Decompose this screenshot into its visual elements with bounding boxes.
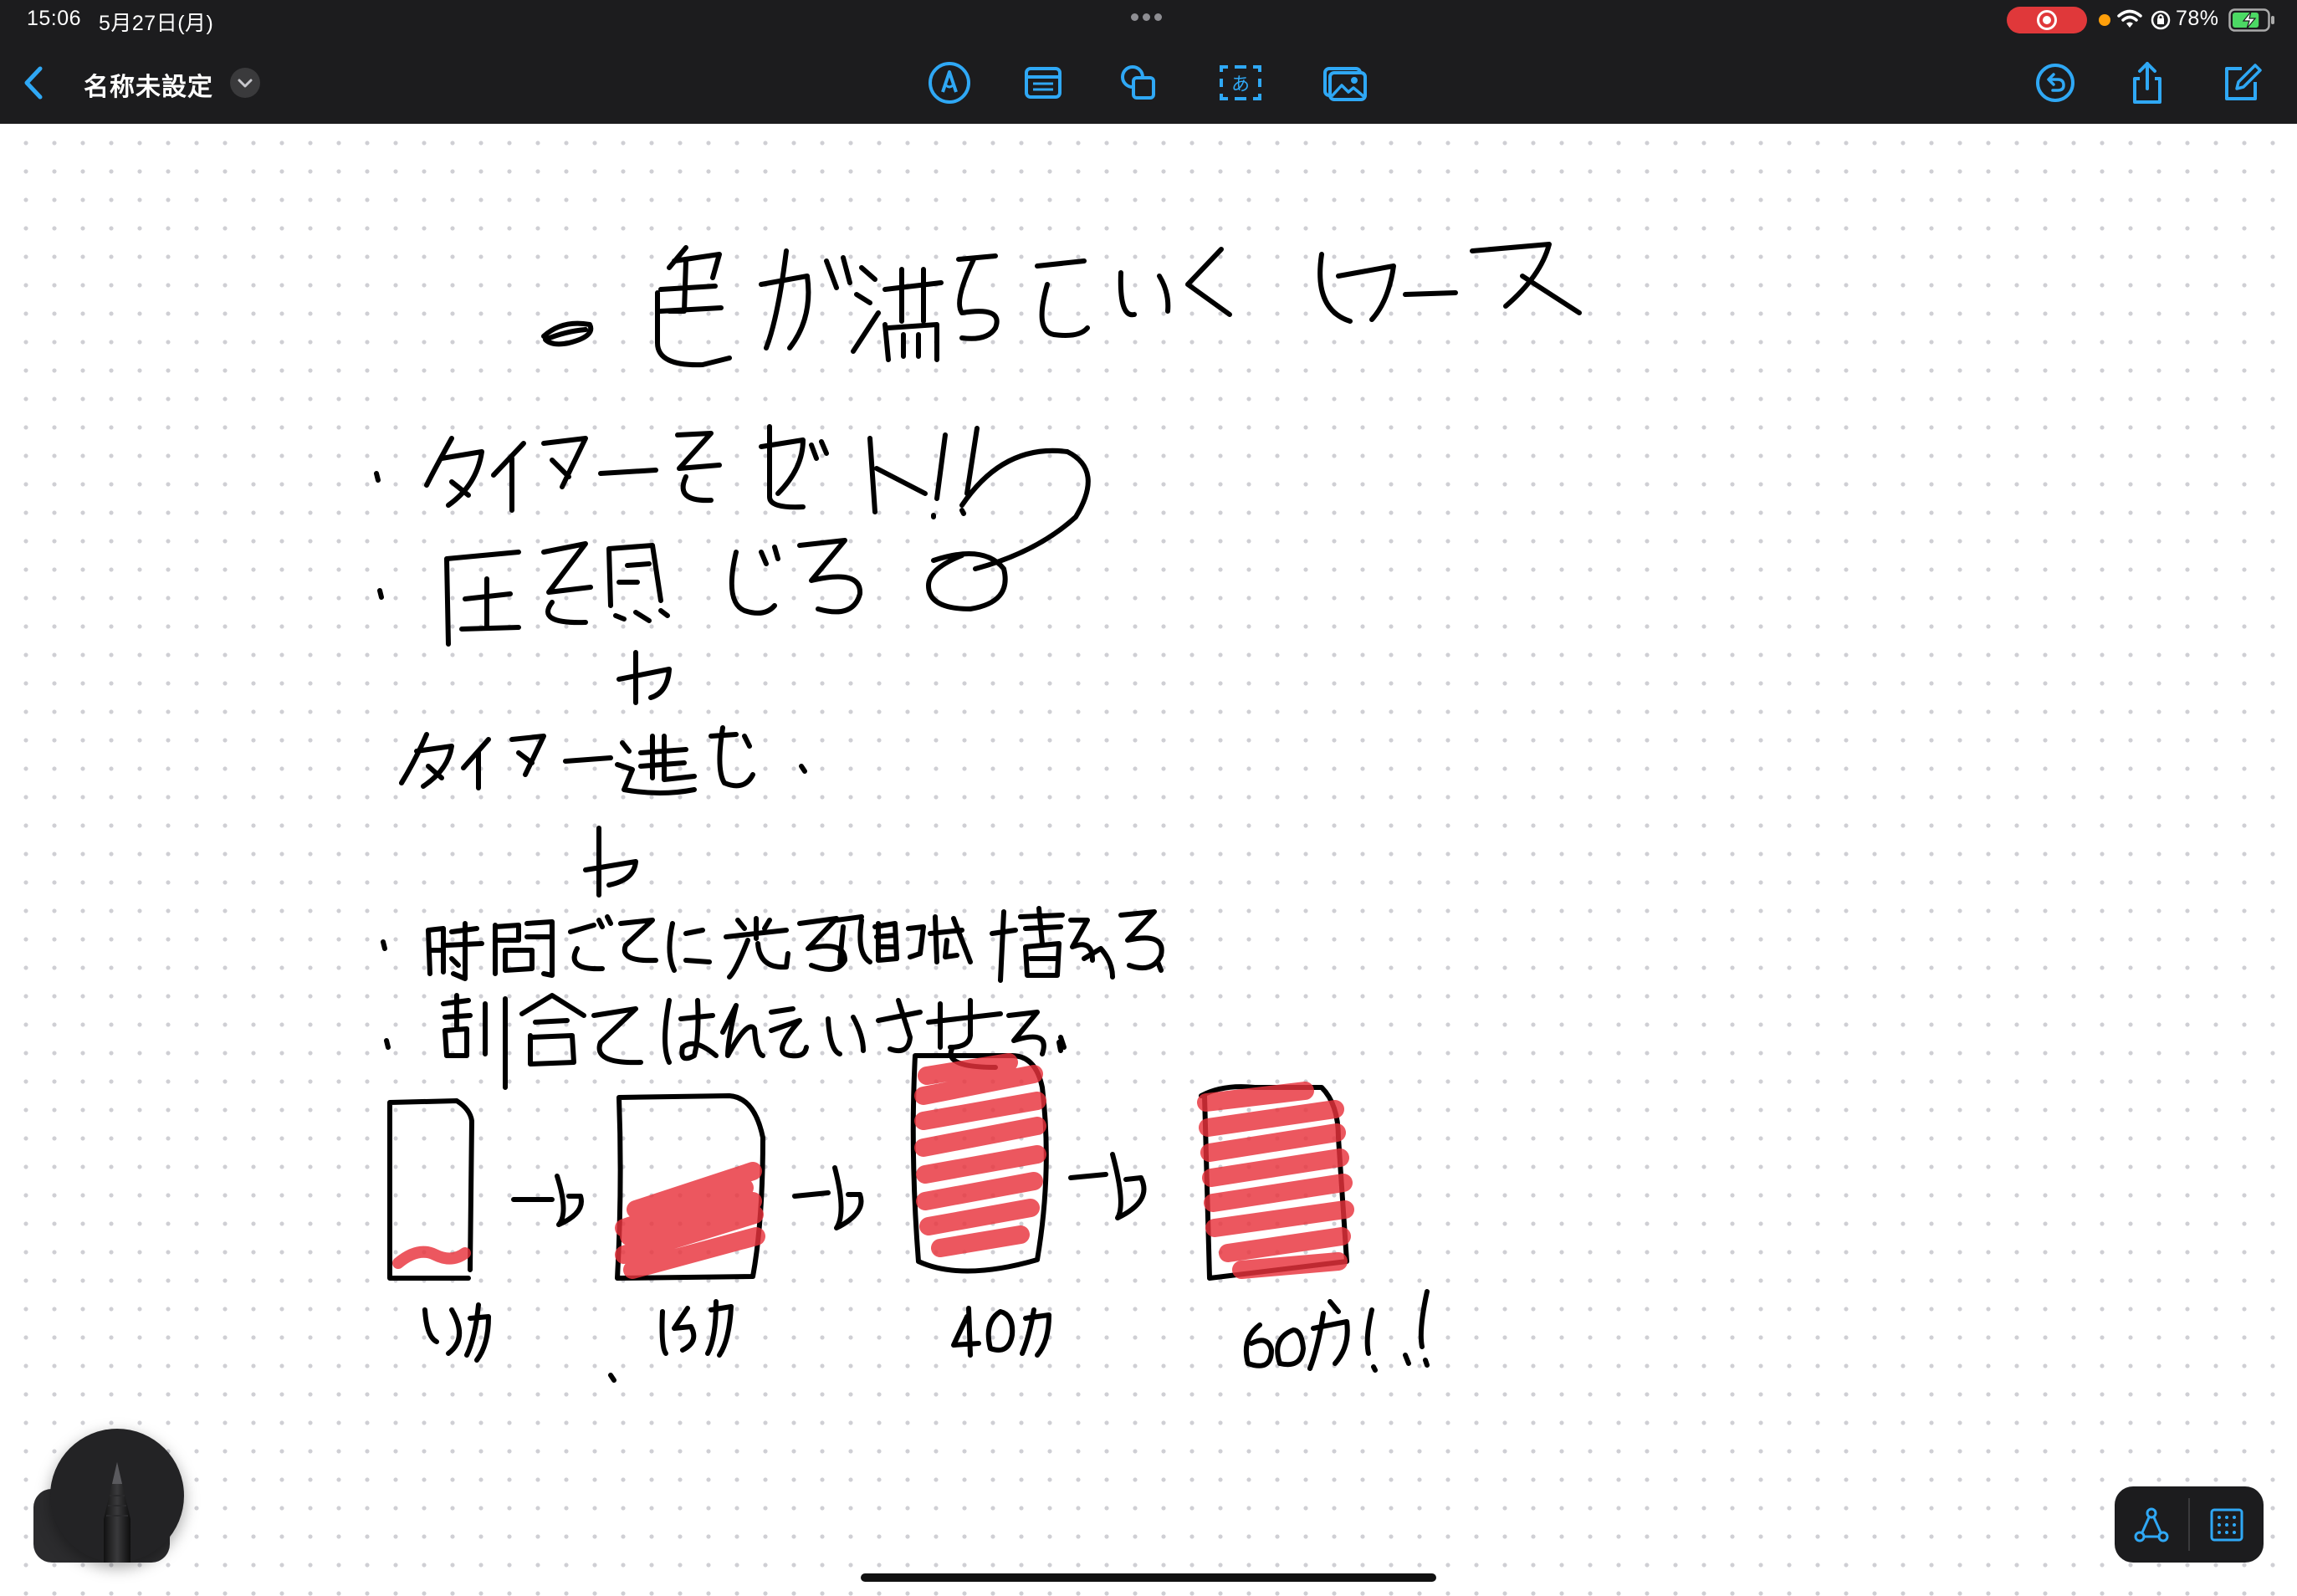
pen-circle-icon [929,62,970,104]
wifi-icon [2117,9,2142,28]
freeform-canvas[interactable] [0,124,2297,1596]
back-button[interactable] [17,60,50,105]
pen-tool-button[interactable] [50,1429,184,1563]
battery-charging-icon [2228,8,2274,32]
undo-icon [2036,64,2074,102]
handwritten-sketch [374,242,1582,1383]
share-button[interactable] [2123,59,2172,107]
markup-tool-button[interactable] [925,59,974,107]
compose-icon [2225,64,2262,100]
document-title[interactable]: 名称未設定 [84,66,213,103]
microphone-indicator-icon [2099,14,2110,26]
tool-palette[interactable] [33,1429,184,1563]
multitasking-dots-icon[interactable] [1131,10,1168,21]
share-icon [2133,62,2161,104]
freeform-app-screen: 15:06 5月27日(月) 78% 名称未設定 あ [0,0,2297,1596]
canvas-options-toolbar [2115,1486,2264,1563]
text-box-tool-button[interactable] [1019,59,1067,107]
home-indicator[interactable] [861,1573,1436,1582]
top-bar: 15:06 5月27日(月) 78% 名称未設定 あ [0,0,2297,124]
nodes-icon[interactable] [2133,1506,2170,1543]
svg-text:あ: あ [1231,74,1250,95]
text-box-icon [1025,67,1062,99]
pencil-icon [104,1462,130,1563]
title-menu-button[interactable] [230,68,260,98]
screen-recording-icon[interactable] [2007,7,2087,33]
orientation-lock-icon [2151,10,2171,30]
grid-icon[interactable] [2208,1506,2245,1543]
text-recognition-icon: あ [1220,65,1261,100]
toolbar-divider [2188,1498,2190,1551]
text-recognition-tool-button[interactable]: あ [1216,59,1265,107]
media-tool-button[interactable] [1320,59,1368,107]
status-time: 15:06 [27,7,82,30]
battery-percentage: 78% [2176,7,2219,30]
shapes-tool-button[interactable] [1114,59,1163,107]
undo-button[interactable] [2031,59,2080,107]
new-board-button[interactable] [2217,59,2265,107]
chevron-down-icon [238,79,253,88]
photo-icon [1323,67,1367,101]
shapes-icon [1121,65,1155,100]
status-date: 5月27日(月) [99,12,214,35]
